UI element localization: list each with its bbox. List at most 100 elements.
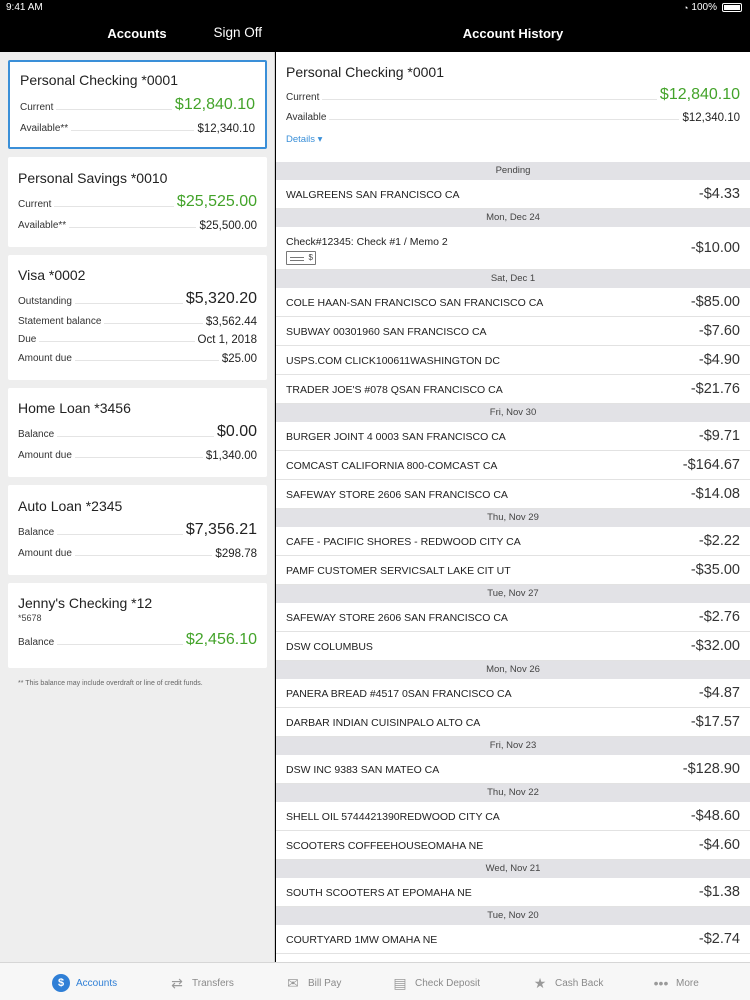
transaction-description: DSW COLUMBUS (286, 641, 373, 653)
transaction-description: DSW INC 9383 SAN MATEO CA (286, 764, 440, 776)
account-name: Jenny's Checking *12 (18, 595, 153, 611)
details-link[interactable]: Details ▾ (286, 134, 322, 145)
balance-label: Available (286, 112, 330, 123)
transaction-row[interactable]: CAFE - PACIFIC SHORES - REDWOOD CITY CA -… (276, 527, 750, 556)
balance-label: Statement balance (18, 316, 105, 327)
date-section-header: Thu, Nov 29 (276, 509, 750, 527)
transaction-description: PANERA BREAD #4517 0SAN FRANCISCO CA (286, 688, 512, 700)
account-card-auto-loan[interactable]: Auto Loan *2345 Balance $7,356.21 Amount… (8, 485, 267, 575)
balance-row: Statement balance $3,562.44 (18, 310, 257, 330)
transfer-arrows-icon: ⇄ (171, 975, 183, 991)
balance-value: $25,525.00 (173, 193, 257, 211)
tab-bill-pay[interactable]: ✉ Bill Pay (284, 973, 341, 993)
sign-off-button[interactable]: Sign Off (213, 25, 262, 40)
balance-row: Outstanding $5,320.20 (18, 290, 257, 310)
transaction-row[interactable]: SAFEWAY STORE 2606 SAN FRANCISCO CA -$14.… (276, 480, 750, 509)
transaction-row[interactable]: PANERA BREAD #4517 0SAN FRANCISCO CA -$4.… (276, 679, 750, 708)
balance-label: Current (20, 102, 57, 113)
tab-transfers[interactable]: ⇄ Transfers (168, 973, 234, 993)
account-name: Personal Savings *0010 (18, 170, 168, 186)
transaction-description: Check#12345: Check #1 / Memo 2 (286, 236, 448, 248)
date-section-header: Wed, Nov 21 (276, 860, 750, 878)
status-time: 9:41 AM (6, 2, 43, 13)
account-card-home-loan[interactable]: Home Loan *3456 Balance $0.00 Amount due… (8, 388, 267, 477)
transaction-row[interactable]: COLE HAAN-SAN FRANCISCO SAN FRANCISCO CA… (276, 288, 750, 317)
transaction-row[interactable]: COURTYARD 1MW OMAHA NE -$2.74 (276, 925, 750, 954)
balance-row: Balance $7,356.21 (18, 521, 257, 541)
transaction-row[interactable]: DSW COLUMBUS -$32.00 (276, 632, 750, 661)
date-section-header: Tue, Nov 27 (276, 585, 750, 603)
tab-label: Transfers (192, 977, 234, 989)
transaction-description: SAFEWAY STORE 2606 SAN FRANCISCO CA (286, 489, 508, 501)
transaction-row[interactable]: PAMF CUSTOMER SERVICSALT LAKE CIT UT -$35… (276, 556, 750, 585)
account-card-visa[interactable]: Visa *0002 Outstanding $5,320.20 Stateme… (8, 255, 267, 380)
tab-label: Bill Pay (308, 977, 342, 989)
tab-check-deposit[interactable]: ▤ Check Deposit (391, 973, 480, 993)
transaction-description: CAFE - PACIFIC SHORES - REDWOOD CITY CA (286, 536, 521, 548)
check-image-icon[interactable]: $ (286, 251, 316, 265)
transaction-row[interactable]: TRADER JOE'S #078 QSAN FRANCISCO CA -$21.… (276, 375, 750, 404)
transaction-row[interactable]: BURGER JOINT 4 0003 SAN FRANCISCO CA -$9.… (276, 422, 750, 451)
balance-label: Current (286, 92, 323, 103)
balance-row: Available** $25,500.00 (18, 214, 257, 234)
balance-label: Balance (18, 429, 58, 440)
transaction-amount: -$128.90 (682, 761, 740, 777)
account-name: Personal Checking *0001 (20, 72, 178, 88)
transaction-row[interactable]: SAFEWAY STORE 2606 SAN FRANCISCO CA -$2.7… (276, 603, 750, 632)
transaction-amount: -$164.67 (682, 457, 740, 473)
wifi-icon: ◔ (682, 2, 689, 13)
transaction-amount: -$2.76 (698, 609, 740, 625)
check-deposit-icon: ▤ (393, 975, 407, 991)
more-dots-icon: ••• (653, 975, 669, 991)
transaction-row[interactable]: DSW INC 9383 SAN MATEO CA -$128.90 (276, 755, 750, 784)
balance-row: Available** $12,340.10 (20, 117, 255, 137)
account-name: Visa *0002 (18, 267, 86, 283)
transaction-description: SHELL OIL 5744421390REDWOOD CITY CA (286, 811, 500, 823)
account-card-personal-checking[interactable]: Personal Checking *0001 Current $12,840.… (8, 60, 267, 149)
transaction-amount: -$14.08 (690, 486, 740, 502)
account-history-title: Account History (462, 26, 564, 41)
transaction-row[interactable]: SUBWAY 00301960 SAN FRANCISCO CA -$7.60 (276, 317, 750, 346)
account-card-jennys-checking[interactable]: Jenny's Checking *12 *5678 Balance $2,45… (8, 583, 267, 668)
transaction-description: COMCAST CALIFORNIA 800-COMCAST CA (286, 460, 498, 472)
account-card-personal-savings[interactable]: Personal Savings *0010 Current $25,525.0… (8, 157, 267, 247)
transaction-description: COLE HAAN-SAN FRANCISCO SAN FRANCISCO CA (286, 297, 544, 309)
date-section-header: Tue, Nov 20 (276, 907, 750, 925)
accounts-nav-bar: Accounts Sign Off (0, 15, 274, 52)
balance-value: $25,500.00 (196, 220, 257, 232)
account-name: Auto Loan *2345 (18, 498, 123, 514)
transaction-row[interactable]: Check#12345: Check #1 / Memo 2 -$10.00 $ (276, 227, 750, 270)
current-balance-row: Current $12,840.10 (286, 86, 740, 106)
transaction-row[interactable]: COMCAST CALIFORNIA 800-COMCAST CA -$164.6… (276, 451, 750, 480)
transaction-amount: -$2.22 (698, 533, 740, 549)
tab-label: More (676, 977, 699, 989)
history-nav-bar: Account History (276, 15, 750, 52)
tab-accounts[interactable]: $ Accounts (52, 973, 117, 993)
tab-cash-back[interactable]: ★ Cash Back (531, 973, 604, 993)
transaction-row[interactable]: SCOOTERS COFFEEHOUSEOMAHA NE -$4.60 (276, 831, 750, 860)
transaction-row[interactable]: WALGREENS SAN FRANCISCO CA -$4.33 (276, 180, 750, 209)
account-name: Home Loan *3456 (18, 400, 131, 416)
balance-value: $12,840.10 (171, 96, 255, 114)
date-section-header: Fri, Nov 23 (276, 737, 750, 755)
tab-more[interactable]: ••• More (652, 973, 699, 993)
transaction-row[interactable]: SHELL OIL 5744421390REDWOOD CITY CA -$48.… (276, 802, 750, 831)
transaction-description: SOUTH SCOOTERS AT EPOMAHA NE (286, 887, 472, 899)
transaction-description: SAFEWAY STORE 2606 SAN FRANCISCO CA (286, 612, 508, 624)
transaction-amount: -$17.57 (690, 714, 740, 730)
tab-label: Accounts (76, 977, 118, 989)
transaction-row[interactable]: DARBAR INDIAN CUISINPALO ALTO CA -$17.57 (276, 708, 750, 737)
transaction-row[interactable]: SOUTH SCOOTERS AT EPOMAHA NE -$1.38 (276, 878, 750, 907)
battery-percent: 100% (691, 2, 717, 13)
transaction-row[interactable]: USPS.COM CLICK100611WASHINGTON DC -$4.90 (276, 346, 750, 375)
transaction-amount: -$4.60 (698, 837, 740, 853)
transaction-amount: -$1.38 (698, 884, 740, 900)
transaction-description: WALGREENS SAN FRANCISCO CA (286, 189, 460, 201)
balance-value: $12,340.10 (679, 112, 740, 124)
transaction-amount: -$48.60 (690, 808, 740, 824)
balance-value: $3,562.44 (202, 316, 257, 328)
date-section-header: Fri, Nov 30 (276, 404, 750, 422)
balance-row: Balance $0.00 (18, 423, 257, 443)
balance-value: $12,840.10 (656, 86, 740, 104)
transaction-amount: -$9.71 (698, 428, 740, 444)
